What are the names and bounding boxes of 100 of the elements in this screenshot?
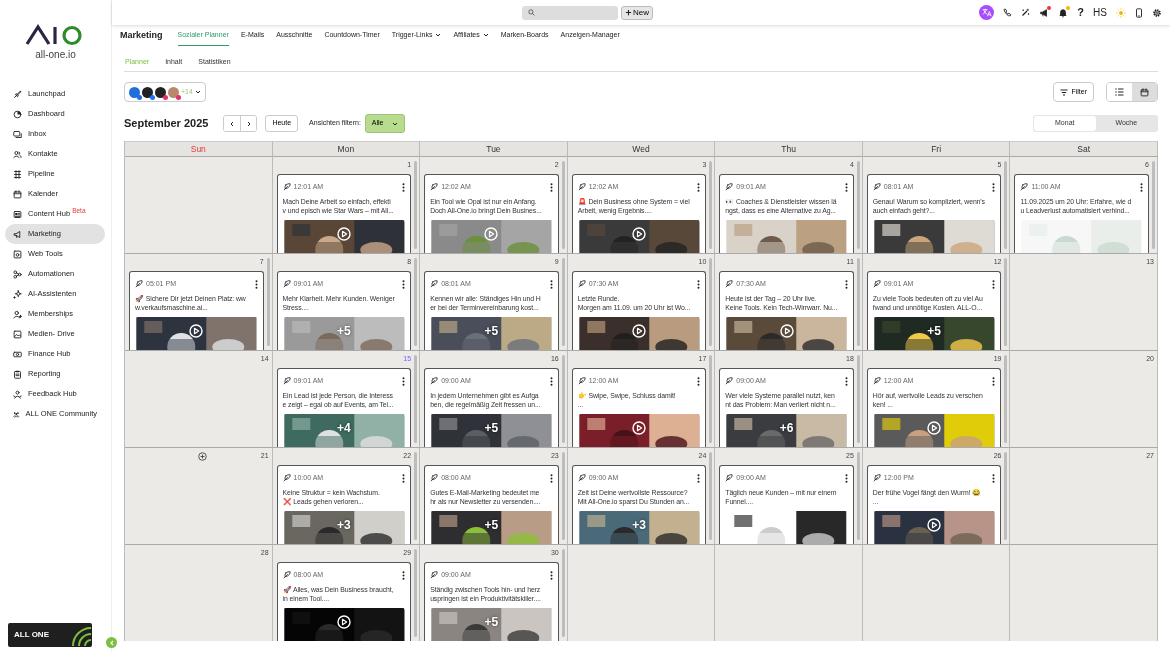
nodes-icon xyxy=(13,269,22,279)
promo-banner[interactable]: ALL ONE xyxy=(8,623,92,647)
more-button[interactable] xyxy=(844,279,848,289)
phone-icon[interactable] xyxy=(1003,8,1013,17)
more-button[interactable] xyxy=(254,279,258,289)
settings-icon[interactable] xyxy=(1152,7,1162,18)
user-initials[interactable]: HS xyxy=(1093,5,1107,20)
scroll-bar[interactable] xyxy=(414,258,418,346)
calendar-view-button[interactable] xyxy=(1132,83,1157,101)
feather-icon xyxy=(282,571,291,579)
month-title: September 2025 xyxy=(124,116,209,132)
more-button[interactable] xyxy=(549,182,553,192)
feather-icon xyxy=(872,377,881,385)
scroll-bar[interactable] xyxy=(709,355,713,443)
scroll-bar[interactable] xyxy=(414,452,418,540)
caret-icon xyxy=(391,120,398,127)
more-button[interactable] xyxy=(992,473,996,483)
new-button[interactable]: New xyxy=(621,5,653,20)
account-avatar xyxy=(168,86,179,98)
scroll-bar[interactable] xyxy=(856,452,860,540)
feather-icon xyxy=(430,183,439,191)
more-button[interactable] xyxy=(402,570,406,580)
calendar-icon xyxy=(13,189,22,199)
more-button[interactable] xyxy=(844,182,848,192)
more-icon xyxy=(992,376,996,386)
scroll-bar[interactable] xyxy=(856,258,860,346)
scroll-bar[interactable] xyxy=(561,452,565,540)
more-icon xyxy=(402,570,406,580)
mobile-icon[interactable] xyxy=(1135,7,1143,18)
more-button[interactable] xyxy=(549,473,553,483)
help-button[interactable]: ? xyxy=(1077,4,1085,21)
more-button[interactable] xyxy=(844,376,848,386)
weekday-header: Thu xyxy=(715,141,863,156)
more-button[interactable] xyxy=(697,473,701,483)
translate-icon[interactable] xyxy=(979,5,995,20)
scroll-bar[interactable] xyxy=(561,161,565,249)
search-field[interactable] xyxy=(522,5,618,20)
more-button[interactable] xyxy=(402,376,406,386)
chevron-right-icon xyxy=(245,120,252,127)
more-media-count: +5 xyxy=(484,322,499,340)
scroll-bar[interactable] xyxy=(1004,355,1008,443)
more-button[interactable] xyxy=(549,570,553,580)
more-button[interactable] xyxy=(992,182,996,192)
play-icon xyxy=(632,323,646,338)
bell-icon[interactable] xyxy=(1058,7,1069,18)
more-icon xyxy=(1140,182,1143,192)
scroll-bar[interactable] xyxy=(561,549,565,637)
caret-icon xyxy=(194,89,201,95)
more-button[interactable] xyxy=(697,182,701,192)
feather-icon xyxy=(725,377,734,385)
feather-icon xyxy=(430,377,439,385)
more-button[interactable] xyxy=(992,279,996,289)
feather-icon xyxy=(135,280,143,288)
play-icon xyxy=(336,226,351,241)
more-icon xyxy=(697,279,701,289)
more-icon xyxy=(844,182,848,192)
scroll-bar[interactable] xyxy=(561,355,565,443)
weekday-header: Mon xyxy=(272,141,421,156)
scroll-bar[interactable] xyxy=(266,258,270,346)
more-media-count: +5 xyxy=(484,516,499,534)
feather-icon xyxy=(1020,183,1029,191)
scroll-bar[interactable] xyxy=(414,355,418,443)
more-button[interactable] xyxy=(549,376,553,386)
scroll-bar[interactable] xyxy=(1152,161,1155,249)
list-icon xyxy=(1115,88,1124,96)
more-button[interactable] xyxy=(992,376,996,386)
more-icon xyxy=(697,376,701,386)
megaphone-icon xyxy=(13,229,22,239)
more-button[interactable] xyxy=(402,473,406,483)
more-icon xyxy=(549,473,553,483)
scroll-bar[interactable] xyxy=(561,258,565,346)
more-button[interactable] xyxy=(844,473,848,483)
feather-icon xyxy=(577,474,586,482)
feather-icon xyxy=(577,280,586,288)
more-media-count: +3 xyxy=(337,516,351,534)
add-post-button[interactable] xyxy=(198,452,208,461)
scroll-bar[interactable] xyxy=(1004,258,1008,346)
feather-icon xyxy=(872,280,881,288)
magic-wand-icon[interactable] xyxy=(1021,8,1031,17)
scroll-bar[interactable] xyxy=(856,355,860,443)
more-button[interactable] xyxy=(697,376,701,386)
scroll-bar[interactable] xyxy=(709,452,713,540)
more-button[interactable] xyxy=(549,279,553,289)
more-icon xyxy=(992,473,996,483)
scroll-bar[interactable] xyxy=(414,549,418,637)
more-button[interactable] xyxy=(697,279,701,289)
arcs-drawing xyxy=(72,627,92,647)
weekday-header: Sun xyxy=(125,141,273,156)
scroll-bar[interactable] xyxy=(1004,452,1008,540)
more-button[interactable] xyxy=(1140,182,1143,192)
scroll-bar[interactable] xyxy=(709,161,713,249)
more-media-count: +4 xyxy=(337,419,351,437)
more-icon xyxy=(697,182,701,192)
scroll-bar[interactable] xyxy=(1004,161,1008,249)
megaphone-icon[interactable] xyxy=(1039,7,1050,18)
scroll-bar[interactable] xyxy=(856,161,860,249)
more-button[interactable] xyxy=(402,279,406,289)
more-button[interactable] xyxy=(402,182,406,192)
scroll-bar[interactable] xyxy=(709,258,713,346)
scroll-bar[interactable] xyxy=(414,161,418,249)
